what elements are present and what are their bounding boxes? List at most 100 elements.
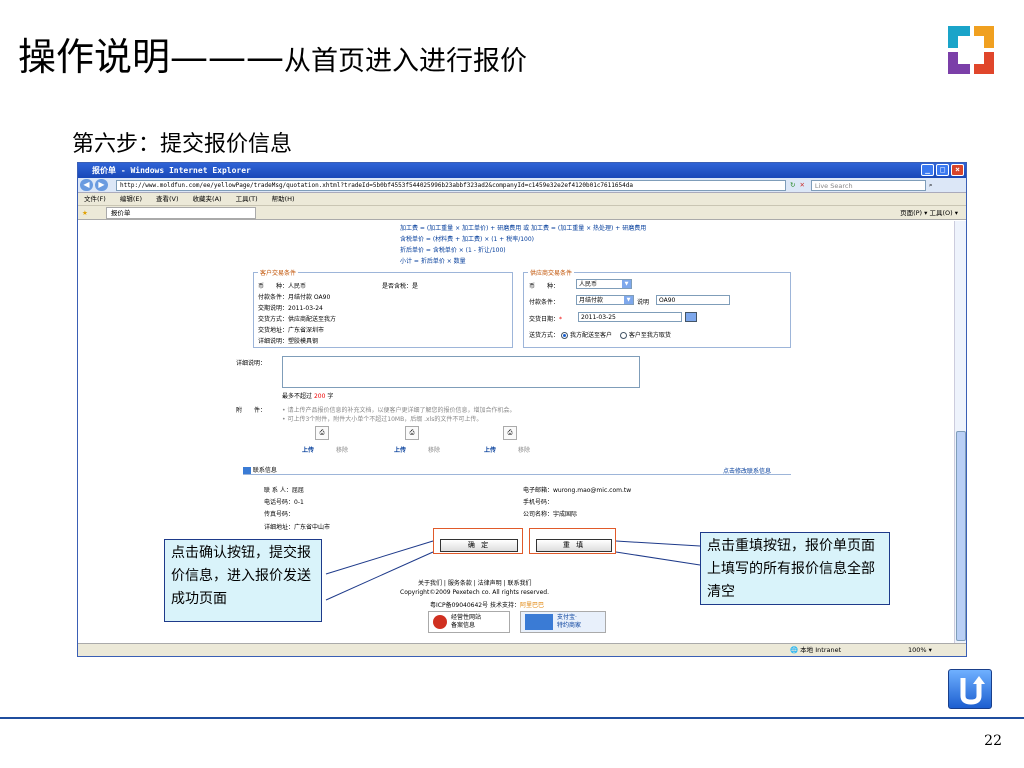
- favorites-star-icon[interactable]: ★: [82, 209, 88, 217]
- search-input[interactable]: Live Search: [810, 179, 926, 191]
- contact-fax: 传真号码：: [264, 511, 295, 518]
- max-count: 200: [313, 393, 326, 400]
- upload-link[interactable]: 上传: [302, 445, 314, 454]
- contact-address: 详细地址：广东省中山市: [264, 524, 331, 531]
- customer-detail: 详细说明：塑胶模具钢: [258, 338, 319, 345]
- page-number: 22: [984, 733, 1002, 749]
- payment-note-label: 说明: [637, 299, 650, 306]
- payment-note-input[interactable]: OA90: [656, 295, 730, 305]
- chevron-down-icon: ▼: [622, 280, 631, 288]
- shipping-label: 送货方式：: [529, 332, 560, 339]
- customer-currency: 币 种：人民币: [258, 283, 307, 290]
- calendar-icon[interactable]: [685, 312, 697, 322]
- scrollbar-thumb[interactable]: [956, 431, 966, 641]
- zone-text: 本地 Intranet: [800, 646, 842, 654]
- shipping-option2-label: 客户至我方取货: [628, 332, 671, 339]
- formula-line: 含税单价 = (材料费 + 加工费) × (1 + 税率/100): [400, 236, 535, 243]
- shipping-radio-customer[interactable]: [619, 332, 627, 339]
- contact-header: 联系信息: [252, 467, 277, 474]
- edit-contact-link[interactable]: 点击修改联系信息: [723, 466, 771, 475]
- slide-title-dash: ———: [170, 35, 285, 79]
- callout-reset: 点击重填按钮，报价单页面上填写的所有报价信息全部清空: [700, 532, 890, 605]
- upload-link[interactable]: 上传: [484, 445, 496, 454]
- badge2-line1: 支付宝·: [557, 614, 577, 621]
- tab-quotation[interactable]: 报价单: [105, 206, 256, 219]
- contact-header-row: 联系信息: [243, 465, 791, 475]
- menu-bar: 文件(F) 编辑(E) 查看(V) 收藏夹(A) 工具(T) 帮助(H): [78, 193, 966, 206]
- refresh-icon[interactable]: ↻: [790, 181, 795, 189]
- tech-support-link[interactable]: 阿里巴巴: [520, 602, 544, 609]
- u-turn-icon: [960, 676, 985, 705]
- supplier-terms-legend: 供应商交易条件: [530, 270, 573, 277]
- menu-file[interactable]: 文件(F): [84, 193, 106, 205]
- menu-edit[interactable]: 编辑(E): [120, 193, 142, 205]
- menu-tools[interactable]: 工具(T): [236, 193, 258, 205]
- search-icon[interactable]: ⌕: [929, 181, 933, 190]
- remove-link[interactable]: 移除: [336, 445, 348, 454]
- contact-mobile: 手机号码：: [523, 499, 554, 506]
- slide-title: 操作说明———从首页进入进行报价: [18, 26, 527, 81]
- window-title: 报价单 - Windows Internet Explorer: [92, 166, 251, 175]
- payment-select[interactable]: 月结付款 ▼: [576, 295, 634, 305]
- menu-view[interactable]: 查看(V): [156, 193, 179, 205]
- puzzle-icon: [525, 614, 553, 630]
- url-field[interactable]: http://www.moldfun.com/ee/yellowPage/tra…: [116, 179, 786, 191]
- max-unit: 字: [327, 393, 334, 400]
- back-icon[interactable]: ◀: [80, 179, 93, 191]
- maximize-icon[interactable]: □: [936, 164, 949, 176]
- contact-phone: 电话号码：0-1: [264, 499, 304, 506]
- required-mark: *: [559, 316, 563, 323]
- menu-help[interactable]: 帮助(H): [272, 193, 295, 205]
- detail-textarea[interactable]: [282, 356, 640, 388]
- menu-favorites[interactable]: 收藏夹(A): [193, 193, 222, 205]
- attach-note: • 请上传产品报价信息的补充文档，以便客户更详细了解您的报价信息，增加合作机会。: [282, 407, 516, 414]
- zoom-text: 100%: [908, 646, 927, 654]
- remove-link[interactable]: 移除: [518, 445, 530, 454]
- supplier-currency-label: 币 种：: [529, 283, 560, 290]
- contact-card-icon: [243, 467, 251, 474]
- customer-address: 交货地址：广东省深圳市: [258, 327, 325, 334]
- police-emblem-icon: [433, 615, 447, 629]
- delivery-date-input[interactable]: 2011-03-25: [578, 312, 682, 322]
- icp-badge[interactable]: 经营性网站 备案信息: [428, 611, 510, 633]
- file-icon: ⎙: [405, 426, 419, 440]
- favorites-bar: ★ 报价单 页面(P) ▾ 工具(O) ▾: [78, 206, 966, 220]
- minimize-icon[interactable]: _: [921, 164, 934, 176]
- stop-icon[interactable]: ✕: [799, 181, 804, 189]
- badge1-line1: 经营性网站: [451, 614, 482, 621]
- address-bar: ◀ ▶ http://www.moldfun.com/ee/yellowPage…: [78, 178, 966, 193]
- customer-delivery-date: 交期说明：2011-03-24: [258, 305, 323, 312]
- footer-divider: [0, 717, 1024, 719]
- formula-line: 小计 = 折后单价 × 数量: [400, 258, 466, 265]
- remove-link[interactable]: 移除: [428, 445, 440, 454]
- customer-tax: 是否含税：是: [382, 283, 419, 290]
- close-icon[interactable]: ×: [951, 164, 964, 176]
- currency-select[interactable]: 人民币 ▼: [576, 279, 632, 289]
- reset-highlight: [529, 528, 616, 554]
- attach-label: 附 件：: [236, 407, 267, 414]
- shipping-radio-supplier[interactable]: [560, 332, 568, 339]
- currency-select-value: 人民币: [579, 281, 598, 288]
- footer-links[interactable]: 关于我们 | 服务条款 | 法律声明 | 联系我们: [418, 578, 532, 587]
- vertical-scrollbar[interactable]: [954, 221, 966, 644]
- zoom-level[interactable]: 100% ▾: [908, 644, 932, 656]
- icp-label: 粤ICP备09040642号 技术支持：: [430, 602, 521, 609]
- file-icon: ⎙: [315, 426, 329, 440]
- contact-name: 联 系 人：屈屈: [264, 487, 304, 494]
- detail-label: 详细说明：: [236, 360, 267, 367]
- back-navigation-button[interactable]: [948, 669, 992, 709]
- date-label-text: 交货日期：: [529, 316, 560, 323]
- command-bar[interactable]: 页面(P) ▾ 工具(O) ▾: [900, 207, 958, 219]
- contact-company: 公司名称：宇成国际: [523, 511, 578, 518]
- shipping-option1-label: 我方配送至客户: [569, 332, 612, 339]
- upload-link[interactable]: 上传: [394, 445, 406, 454]
- alipay-badge[interactable]: 支付宝· 特约商家: [520, 611, 606, 633]
- attach-note: • 可上传3个附件，附件大小单个不超过10MB，后缀 .xls的文件不可上传。: [282, 416, 483, 423]
- max-label: 最多不超过: [282, 393, 313, 400]
- forward-icon[interactable]: ▶: [95, 179, 108, 191]
- formula-line: 加工费 = (加工重量 × 加工单价) + 研磨费用 或 加工费 = (加工重量…: [400, 225, 647, 232]
- copyright-text: Copyright©2009 Pexetech co. All rights r…: [400, 589, 550, 596]
- file-icon: ⎙: [503, 426, 517, 440]
- chevron-down-icon: ▼: [624, 296, 633, 304]
- slide-title-main: 操作说明: [18, 35, 171, 79]
